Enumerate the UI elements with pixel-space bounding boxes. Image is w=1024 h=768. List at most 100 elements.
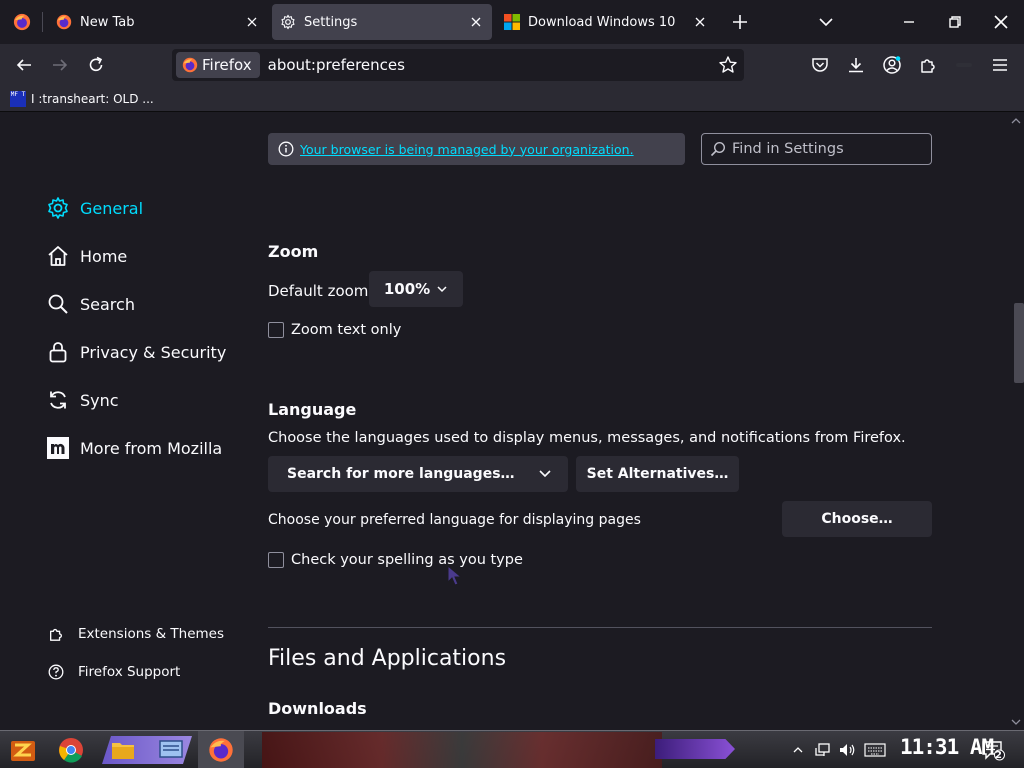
pocket-icon[interactable] [808, 53, 832, 77]
scroll-down-arrow-icon[interactable] [1011, 718, 1021, 726]
volume-icon[interactable] [836, 735, 858, 765]
checkbox-box[interactable] [268, 552, 284, 568]
bookmark-item[interactable]: MF T I :transheart: OLD ... [10, 90, 154, 107]
extensions-puzzle-icon[interactable] [916, 53, 940, 77]
choose-language-button[interactable]: Choose… [782, 501, 932, 537]
url-text[interactable]: about:preferences [268, 56, 405, 74]
control-panel-icon[interactable] [156, 735, 186, 765]
category-general[interactable]: General [46, 196, 143, 220]
category-label: General [80, 198, 144, 218]
downloads-icon[interactable] [844, 53, 868, 77]
scrollbar[interactable] [1006, 113, 1024, 730]
scrollbar-thumb[interactable] [1014, 303, 1024, 383]
restore-icon[interactable] [932, 0, 978, 44]
chevron-down-icon[interactable] [816, 12, 836, 32]
home-icon [46, 244, 70, 268]
lock-icon [46, 340, 70, 364]
tab-title: Download Windows 10 [528, 14, 676, 30]
find-in-settings-input[interactable]: Find in Settings [701, 133, 932, 165]
tab-separator [42, 12, 43, 32]
tab-settings[interactable]: Settings [272, 4, 492, 40]
zoom-value: 100% [383, 280, 431, 298]
close-window-icon[interactable] [978, 0, 1024, 44]
new-tab-plus-icon[interactable] [730, 12, 750, 32]
search-more-languages-label: Search for more languages… [287, 466, 515, 482]
section-divider [268, 627, 932, 628]
chrome-icon[interactable] [56, 735, 86, 765]
identity-label: Firefox [202, 56, 252, 74]
tab-strip: New Tab Settings Download Windows 10 [0, 0, 1024, 44]
category-privacy[interactable]: Privacy & Security [46, 340, 226, 364]
forward-arrow-icon[interactable] [48, 53, 72, 77]
notification-count: 2 [995, 750, 1002, 761]
zoom-text-only-checkbox[interactable]: Zoom text only [268, 322, 401, 338]
policies-link[interactable]: Your browser is being managed by your or… [300, 142, 634, 157]
category-label: Privacy & Security [80, 342, 227, 362]
sync-icon [46, 388, 70, 412]
downloads-heading: Downloads [268, 699, 367, 718]
checkbox-box[interactable] [268, 322, 284, 338]
windows-icon [504, 14, 520, 30]
firefox-taskbar-icon[interactable] [198, 731, 244, 768]
file-explorer-icon[interactable] [108, 735, 138, 765]
policies-notice: Your browser is being managed by your or… [268, 133, 685, 165]
firefox-menu-icon[interactable] [10, 4, 34, 40]
category-home[interactable]: Home [46, 244, 127, 268]
category-more-from-mozilla[interactable]: More from Mozilla [46, 436, 222, 460]
default-zoom-dropdown[interactable]: 100% [369, 271, 463, 307]
files-applications-heading: Files and Applications [268, 646, 507, 671]
chevron-down-icon [538, 468, 552, 480]
language-description: Choose the languages used to display men… [268, 430, 906, 446]
search-placeholder: Find in Settings [732, 141, 844, 157]
hamburger-menu-icon[interactable] [988, 53, 1012, 77]
tab-title: New Tab [80, 14, 135, 30]
close-icon[interactable] [244, 14, 260, 30]
identity-box[interactable]: Firefox [176, 52, 260, 78]
category-label: Search [80, 294, 135, 314]
set-alternatives-button[interactable]: Set Alternatives… [576, 456, 739, 492]
extension-icon[interactable] [952, 53, 976, 77]
network-icon[interactable] [812, 735, 834, 765]
chevron-down-icon [436, 283, 448, 295]
spellcheck-checkbox[interactable]: Check your spelling as you type [268, 552, 523, 568]
gear-icon [46, 196, 70, 220]
scroll-up-arrow-icon[interactable] [1011, 117, 1021, 125]
choose-label: Choose… [821, 511, 893, 527]
category-sync[interactable]: Sync [46, 388, 119, 412]
navigation-toolbar: Firefox about:preferences [0, 44, 1024, 86]
url-bar[interactable]: Firefox about:preferences [172, 49, 744, 81]
back-arrow-icon[interactable] [12, 53, 36, 77]
category-label: Sync [80, 390, 119, 410]
firefox-support-label: Firefox Support [78, 664, 181, 680]
firefox-support-link[interactable]: Firefox Support [48, 664, 180, 680]
close-icon[interactable] [692, 14, 708, 30]
taskbar: 11:31 AM 2 [0, 730, 1024, 768]
tray-overflow-chevron-icon[interactable] [790, 735, 806, 765]
notifications-icon[interactable]: 2 [978, 735, 1008, 765]
taskbar-wallpaper-preview [262, 732, 662, 768]
firefox-icon [56, 14, 72, 30]
keyboard-icon[interactable] [862, 735, 888, 765]
set-alternatives-label: Set Alternatives… [586, 466, 729, 482]
start-button-icon[interactable] [8, 735, 38, 765]
taskbar-decoration [655, 739, 735, 759]
bookmark-favicon: MF T [10, 90, 26, 107]
account-icon[interactable] [880, 53, 904, 77]
tab-title: Settings [304, 14, 358, 30]
tab-download-windows[interactable]: Download Windows 10 [496, 4, 716, 40]
search-more-languages-dropdown[interactable]: Search for more languages… [268, 456, 568, 492]
default-zoom-label: Default zoom [268, 282, 369, 300]
reload-icon[interactable] [84, 53, 108, 77]
close-icon[interactable] [468, 14, 484, 30]
zoom-heading: Zoom [268, 242, 319, 261]
extensions-themes-link[interactable]: Extensions & Themes [48, 626, 224, 642]
minimize-icon[interactable] [886, 0, 932, 44]
language-heading: Language [268, 400, 357, 419]
bookmark-star-icon[interactable] [718, 55, 738, 75]
spellcheck-label: Check your spelling as you type [291, 552, 523, 568]
firefox-icon [182, 57, 198, 73]
tab-new-tab[interactable]: New Tab [48, 4, 268, 40]
mozilla-icon [46, 436, 70, 460]
zoom-text-only-label: Zoom text only [291, 322, 402, 338]
category-search[interactable]: Search [46, 292, 135, 316]
